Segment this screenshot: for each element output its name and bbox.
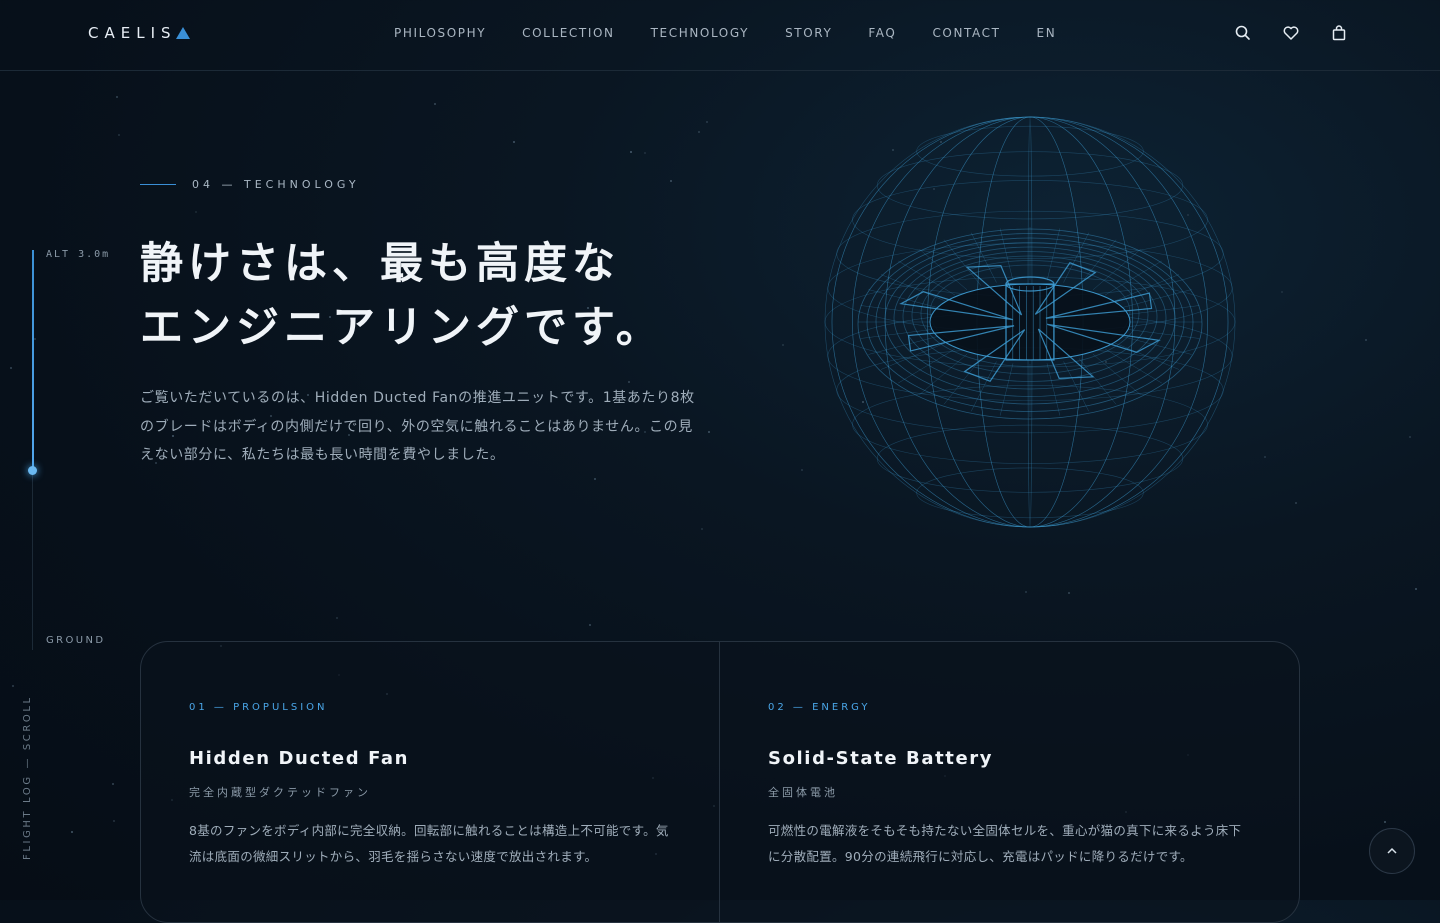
language-switch[interactable]: EN xyxy=(1037,26,1057,40)
star-dot xyxy=(112,783,114,785)
nav-contact[interactable]: CONTACT xyxy=(932,26,1000,40)
wireframe-stroke xyxy=(916,467,1144,519)
wireframe-stroke xyxy=(999,363,1014,416)
star-dot xyxy=(1365,339,1367,341)
star-dot xyxy=(1264,456,1266,458)
hero-lead: ご覧いただいているのは、Hidden Ducted Fanの推進ユニットです。1… xyxy=(140,390,695,463)
star-dot xyxy=(701,528,703,530)
wireframe-stroke xyxy=(1078,358,1117,405)
card-body: 可燃性の電解液をそもそも持たない全固体セルを、重心が猫の真下に来るよう床下に分散… xyxy=(768,823,1242,864)
site-header: CAELIS PHILOSOPHY COLLECTION TECHNOLOGY … xyxy=(0,0,1440,71)
card-body: 8基のファンをボディ内部に完全収納。回転部に触れることは構造上不可能です。気流は… xyxy=(189,823,669,864)
star-dot xyxy=(801,469,803,471)
star-dot xyxy=(708,431,710,433)
star-dot xyxy=(10,367,12,369)
flight-rail-marker[interactable] xyxy=(28,466,37,475)
star-dot xyxy=(670,180,672,182)
nav-story[interactable]: STORY xyxy=(785,26,832,40)
card-subtitle: 完全内蔵型ダクテッドファン xyxy=(189,786,371,799)
star-dot xyxy=(113,820,115,822)
card-title: Solid-State Battery xyxy=(768,748,994,769)
logo-triangle-icon xyxy=(175,27,190,39)
nav-technology[interactable]: TECHNOLOGY xyxy=(651,26,749,40)
feature-cards: 01 — PROPULSION Hidden Ducted Fan 完全内蔵型ダ… xyxy=(140,641,1300,923)
star-dot xyxy=(698,131,700,133)
brand-logo[interactable]: CAELIS xyxy=(88,24,190,42)
star-dot xyxy=(706,121,708,123)
star-dot xyxy=(1068,592,1070,594)
altitude-readout: ALT 3.0m xyxy=(46,249,111,260)
header-actions xyxy=(1234,24,1348,42)
star-dot xyxy=(1384,821,1386,823)
card-title: Hidden Ducted Fan xyxy=(189,748,410,769)
star-dot xyxy=(1409,436,1411,438)
scroll-hint: FLIGHT LOG — SCROLL xyxy=(22,695,33,860)
card-eyebrow: 02 — ENERGY xyxy=(768,702,871,713)
star-dot xyxy=(1415,588,1417,590)
back-to-top-button[interactable] xyxy=(1369,828,1415,874)
card-subtitle: 全固体電池 xyxy=(768,786,838,799)
wireframe-stroke xyxy=(916,125,1144,177)
star-dot xyxy=(434,103,436,105)
nav-collection[interactable]: COLLECTION xyxy=(522,26,614,40)
star-dot xyxy=(118,134,120,136)
card-eyebrow: 01 — PROPULSION xyxy=(189,702,328,713)
star-dot xyxy=(644,152,646,154)
nav-philosophy[interactable]: PHILOSOPHY xyxy=(394,26,486,40)
wireframe-stroke xyxy=(1114,274,1180,302)
wireframe-stroke xyxy=(876,151,1184,220)
wireframe-stroke xyxy=(929,283,1131,361)
star-dot xyxy=(1025,591,1027,593)
hero-title-line-2: エンジニアリングです。 xyxy=(140,303,664,353)
chevron-up-icon xyxy=(1387,847,1397,854)
star-dot xyxy=(116,96,118,98)
eyebrow-text: 04 — TECHNOLOGY xyxy=(192,178,360,191)
eyebrow-line xyxy=(140,184,176,185)
star-dot xyxy=(71,831,73,833)
ducted-fan-wireframe xyxy=(824,116,1236,528)
star-dot xyxy=(34,338,36,340)
wireframe-stroke xyxy=(868,336,938,355)
star-dot xyxy=(1295,502,1297,504)
star-dot xyxy=(782,344,784,346)
flight-rail-progress xyxy=(32,250,34,470)
star-dot xyxy=(12,685,14,687)
star-dot xyxy=(589,624,591,626)
section-eyebrow: 04 — TECHNOLOGY xyxy=(140,178,360,191)
brand-name: CAELIS xyxy=(88,24,177,42)
search-icon[interactable] xyxy=(1234,24,1252,42)
star-dot xyxy=(195,211,197,213)
star-dot xyxy=(630,151,632,153)
wireframe-stroke xyxy=(999,228,1014,281)
star-dot xyxy=(594,478,596,480)
main-nav: PHILOSOPHY COLLECTION TECHNOLOGY STORY F… xyxy=(394,26,1092,40)
wireframe-stroke xyxy=(1046,228,1061,281)
bag-icon[interactable] xyxy=(1330,24,1348,42)
star-dot xyxy=(513,141,515,143)
wireframe-stroke xyxy=(876,424,1184,493)
nav-faq[interactable]: FAQ xyxy=(868,26,896,40)
star-dot xyxy=(628,381,630,383)
heart-icon[interactable] xyxy=(1282,24,1300,42)
ground-label: GROUND xyxy=(46,635,106,646)
wireframe-stroke xyxy=(943,358,982,405)
wireframe-stroke xyxy=(1046,363,1061,416)
hero-title: 静けさは、最も高度な エンジニアリングです。 xyxy=(140,232,664,360)
hero-title-line-1: 静けさは、最も高度な xyxy=(140,239,620,289)
card-divider xyxy=(719,642,720,922)
wireframe-stroke xyxy=(1122,336,1192,355)
star-dot xyxy=(336,617,338,619)
star-dot xyxy=(1281,291,1283,293)
